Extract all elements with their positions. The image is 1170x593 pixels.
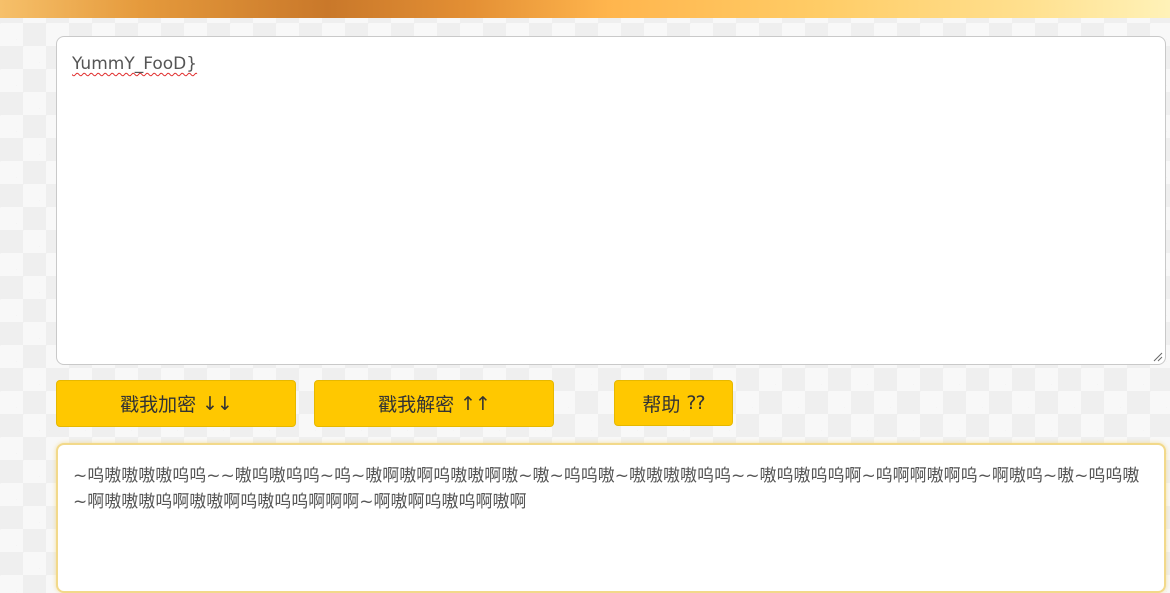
- encrypt-button[interactable]: 戳我加密 ↓↓: [56, 380, 296, 427]
- header-banner-image: [0, 0, 1170, 18]
- decrypt-button[interactable]: 戳我解密 ↑↑: [314, 380, 554, 427]
- ciphertext-output[interactable]: ~呜嗷嗷嗷嗷呜呜~~嗷呜嗷呜呜~呜~嗷啊嗷啊呜嗷嗷啊嗷~嗷~呜呜嗷~嗷嗷嗷嗷呜呜…: [56, 443, 1166, 593]
- input-text: YummY_FooD}: [72, 54, 198, 74]
- help-button-label: 帮助: [642, 393, 681, 416]
- plaintext-input[interactable]: YummY_FooD}: [56, 36, 1166, 365]
- arrow-down-double-icon: ↓↓: [202, 392, 233, 415]
- resize-handle-icon[interactable]: [1151, 350, 1163, 362]
- help-button[interactable]: 帮助 ??: [614, 380, 733, 426]
- encrypt-button-label: 戳我加密: [120, 394, 197, 416]
- question-marks-icon: ??: [686, 392, 705, 414]
- output-text: ~呜嗷嗷嗷嗷呜呜~~嗷呜嗷呜呜~呜~嗷啊嗷啊呜嗷嗷啊嗷~嗷~呜呜嗷~嗷嗷嗷嗷呜呜…: [73, 466, 1140, 512]
- arrow-up-double-icon: ↑↑: [460, 392, 491, 415]
- decrypt-button-label: 戳我解密: [378, 394, 455, 416]
